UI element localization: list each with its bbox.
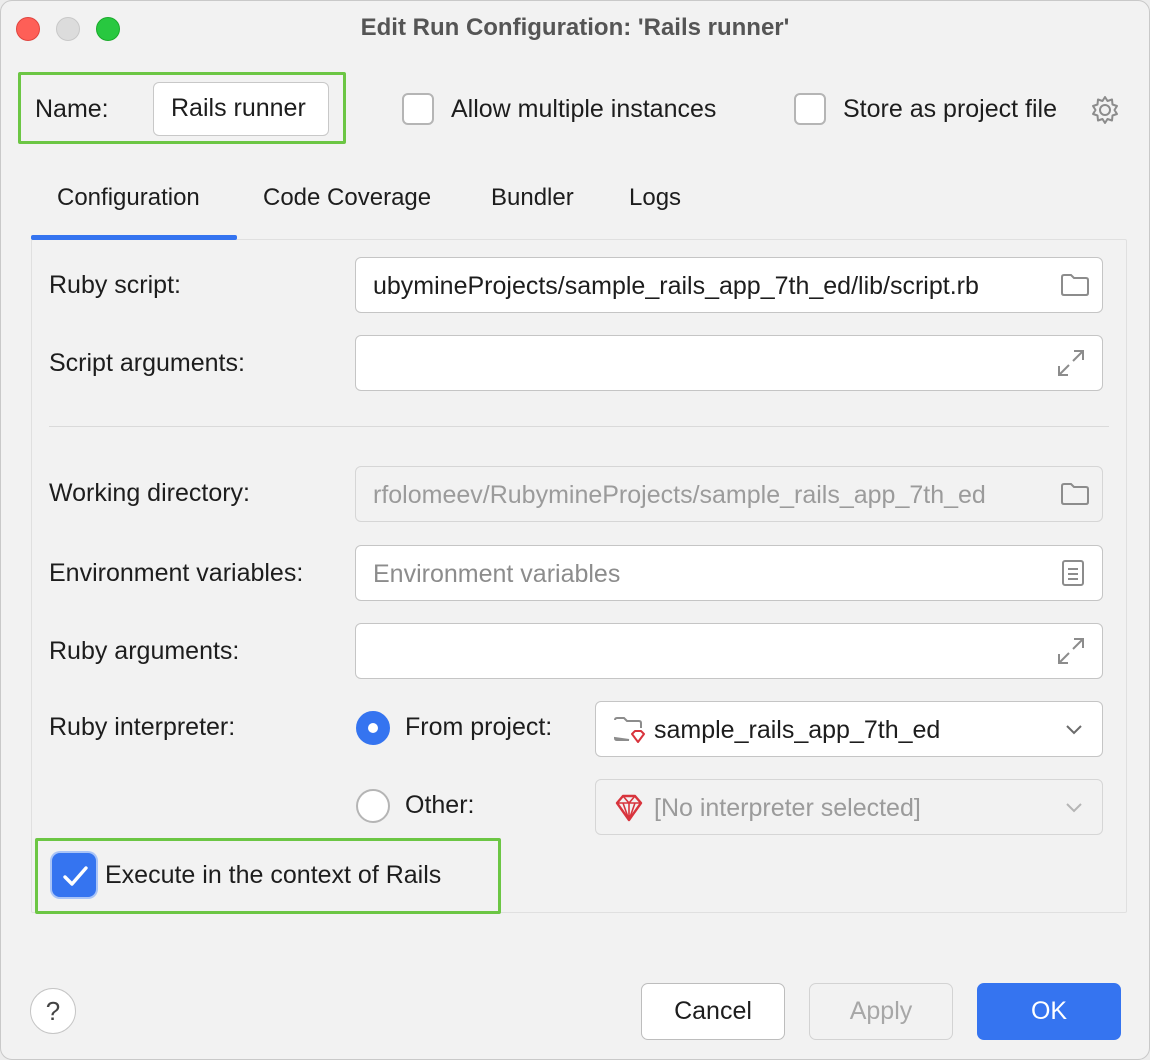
other-interpreter-label[interactable]: Other: xyxy=(405,791,474,820)
cancel-button[interactable]: Cancel xyxy=(641,983,785,1040)
other-interpreter-radio[interactable] xyxy=(356,789,390,823)
execute-in-rails-context-label[interactable]: Execute in the context of Rails xyxy=(105,861,441,890)
from-project-label[interactable]: From project: xyxy=(405,713,552,742)
help-button[interactable]: ? xyxy=(30,988,76,1034)
allow-multiple-instances-checkbox[interactable] xyxy=(402,93,434,125)
chevron-down-icon xyxy=(1064,722,1084,736)
allow-multiple-instances-label[interactable]: Allow multiple instances xyxy=(451,95,716,124)
gear-icon[interactable] xyxy=(1090,95,1120,125)
ruby-script-field[interactable]: ubymineProjects/sample_rails_app_7th_ed/… xyxy=(355,257,1103,313)
ruby-interpreter-label: Ruby interpreter: xyxy=(49,713,235,742)
other-interpreter-value: [No interpreter selected] xyxy=(654,794,921,822)
script-arguments-field[interactable] xyxy=(355,335,1103,391)
other-interpreter-select[interactable]: [No interpreter selected] xyxy=(595,779,1103,835)
tab-configuration[interactable]: Configuration xyxy=(57,184,200,212)
environment-variables-field[interactable]: Environment variables xyxy=(355,545,1103,601)
working-directory-value: rfolomeev/RubymineProjects/sample_rails_… xyxy=(373,481,986,509)
name-label: Name: xyxy=(35,95,109,124)
working-directory-field[interactable]: rfolomeev/RubymineProjects/sample_rails_… xyxy=(355,466,1103,522)
ruby-gem-icon xyxy=(613,792,645,824)
ruby-arguments-field[interactable] xyxy=(355,623,1103,679)
project-folder-ruby-icon xyxy=(613,714,647,746)
execute-in-rails-context-checkbox[interactable] xyxy=(52,853,96,897)
checkmark-icon xyxy=(57,858,93,894)
window-title: Edit Run Configuration: 'Rails runner' xyxy=(1,14,1149,42)
tab-code-coverage[interactable]: Code Coverage xyxy=(263,184,431,212)
script-arguments-label: Script arguments: xyxy=(49,349,245,378)
from-project-radio[interactable] xyxy=(356,711,390,745)
environment-variables-placeholder: Environment variables xyxy=(373,560,620,588)
ruby-script-value: ubymineProjects/sample_rails_app_7th_ed/… xyxy=(373,272,979,300)
folder-icon[interactable] xyxy=(1060,481,1090,507)
from-project-interpreter-value: sample_rails_app_7th_ed xyxy=(654,716,940,744)
store-as-project-file-label[interactable]: Store as project file xyxy=(843,95,1057,124)
expand-icon[interactable] xyxy=(1056,348,1086,378)
document-icon[interactable] xyxy=(1060,559,1086,587)
edit-run-configuration-dialog: Edit Run Configuration: 'Rails runner' N… xyxy=(0,0,1150,1060)
active-tab-indicator xyxy=(31,235,237,240)
tab-logs[interactable]: Logs xyxy=(629,184,681,212)
ok-button[interactable]: OK xyxy=(977,983,1121,1040)
environment-variables-label: Environment variables: xyxy=(49,559,303,588)
ruby-script-label: Ruby script: xyxy=(49,271,181,300)
folder-icon[interactable] xyxy=(1060,272,1090,298)
name-field[interactable]: Rails runner xyxy=(153,82,329,136)
section-divider xyxy=(49,426,1109,427)
tab-bundler[interactable]: Bundler xyxy=(491,184,574,212)
ruby-arguments-label: Ruby arguments: xyxy=(49,637,239,666)
working-directory-label: Working directory: xyxy=(49,479,250,508)
from-project-interpreter-select[interactable]: sample_rails_app_7th_ed xyxy=(595,701,1103,757)
expand-icon[interactable] xyxy=(1056,636,1086,666)
store-as-project-file-checkbox[interactable] xyxy=(794,93,826,125)
apply-button[interactable]: Apply xyxy=(809,983,953,1040)
chevron-down-icon xyxy=(1064,800,1084,814)
